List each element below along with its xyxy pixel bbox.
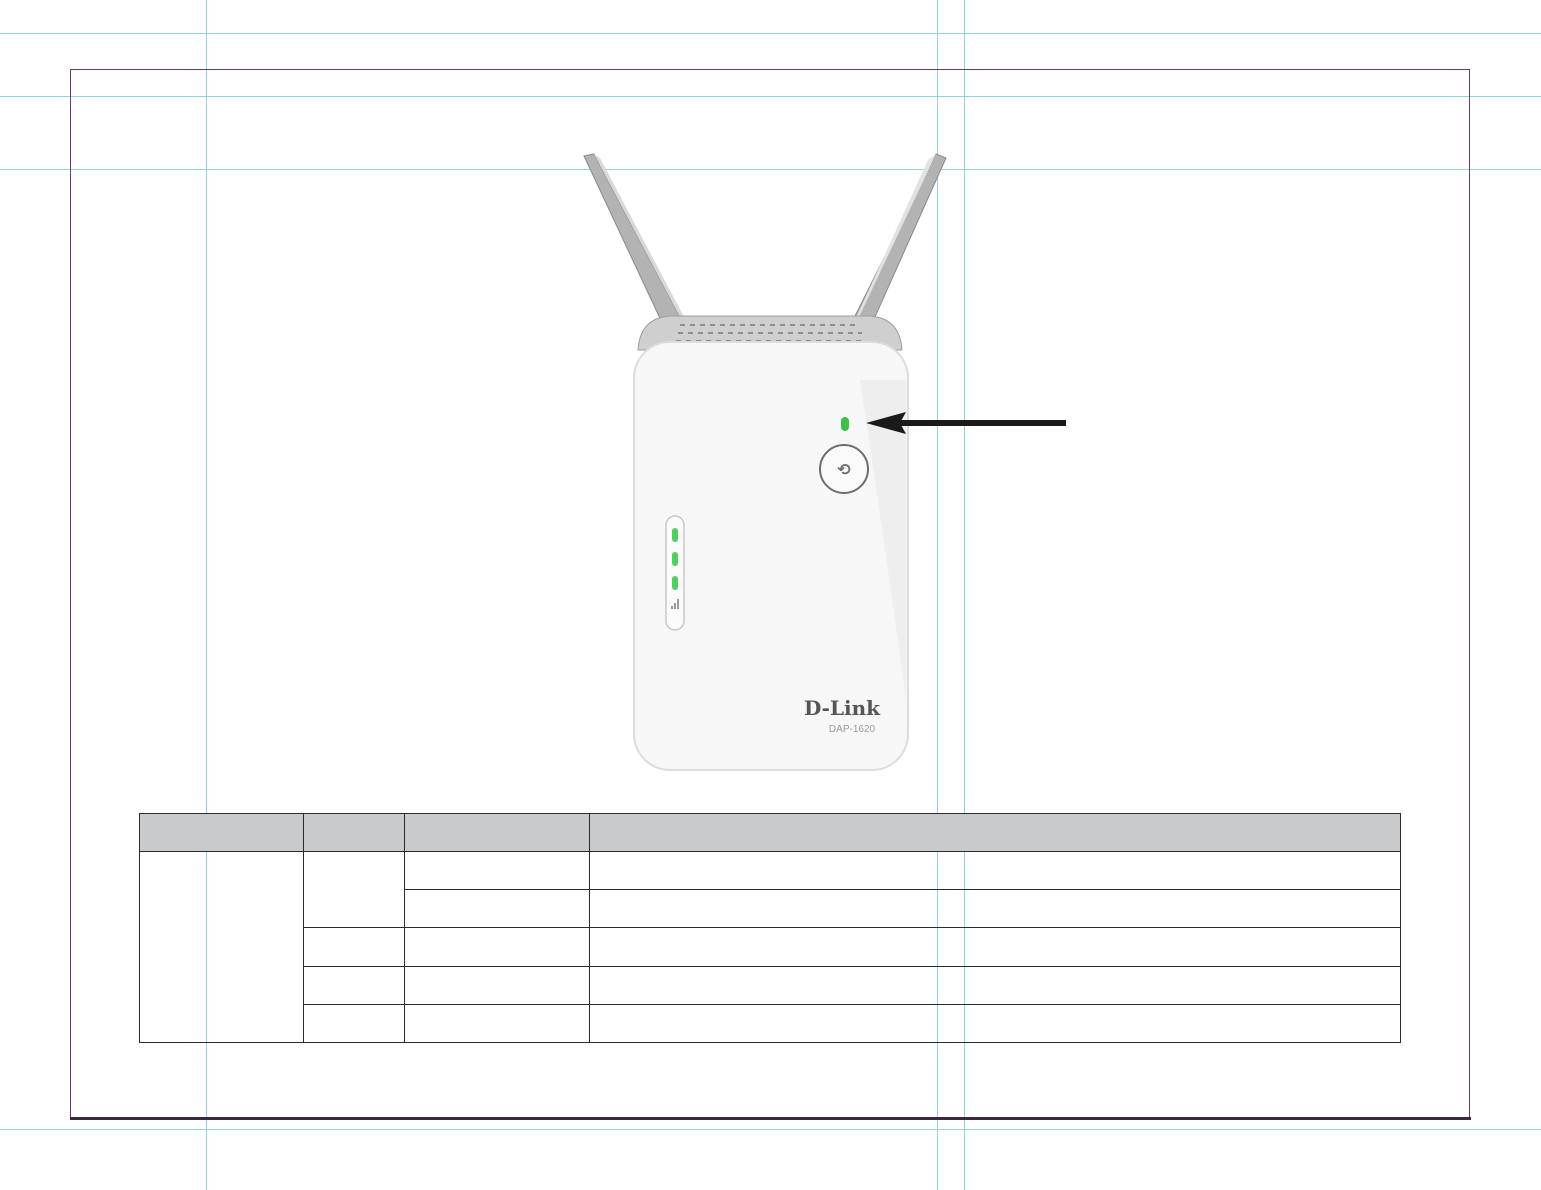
- table-cell: [404, 1003, 590, 1044]
- table-cell: [404, 889, 590, 929]
- signal-led: [672, 576, 678, 590]
- brand-logo: D-Link: [804, 696, 881, 720]
- status-led-callout-arrow: [866, 412, 1066, 434]
- range-extender-illustration: ⟲ D-Link DAP-1620: [583, 153, 947, 771]
- table-cell: [589, 1003, 1401, 1044]
- table-cell: [303, 965, 405, 1005]
- table-row: [140, 927, 1401, 967]
- table-cell: [589, 965, 1401, 1005]
- wps-icon: ⟲: [837, 460, 851, 479]
- table-cell: [303, 850, 405, 929]
- table-cell: [404, 850, 590, 891]
- wps-button[interactable]: ⟲: [819, 444, 869, 494]
- column-header: [589, 813, 1401, 852]
- guide-line: [0, 1129, 1541, 1130]
- table-cell: [404, 965, 590, 1005]
- table-header-row: [139, 813, 1401, 852]
- table-row: [139, 850, 1401, 1043]
- bottom-rule: [70, 1117, 1471, 1120]
- led-table: [139, 813, 1401, 1044]
- signal-led: [672, 552, 678, 566]
- table-cell: [589, 850, 1401, 891]
- status-led: [841, 417, 849, 431]
- table-cell: [303, 927, 405, 967]
- table-cell: [303, 1003, 405, 1044]
- guide-line: [0, 33, 1541, 34]
- signal-led: [672, 528, 678, 542]
- table-cell: [404, 927, 590, 967]
- table-row: [140, 965, 1401, 1005]
- table-cell: [589, 927, 1401, 967]
- table-cell: [589, 889, 1401, 929]
- column-header: [404, 813, 590, 852]
- table-cell: [139, 851, 304, 1043]
- table-row: [140, 1003, 1401, 1044]
- column-header: [303, 813, 405, 852]
- model-label: DAP-1620: [829, 724, 876, 735]
- column-header: [139, 813, 304, 852]
